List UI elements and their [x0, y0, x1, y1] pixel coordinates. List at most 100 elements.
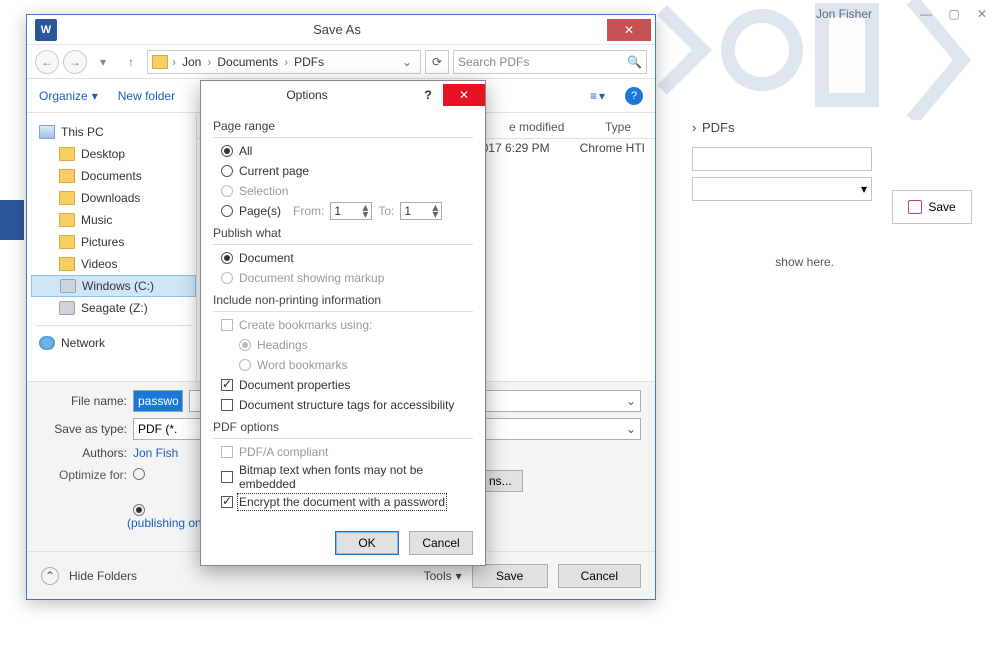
chevron-down-icon: ⌄ — [626, 394, 636, 408]
cancel-button[interactable]: Cancel — [558, 564, 641, 588]
breadcrumb-bar[interactable]: › Jon› Documents› PDFs ⌄ — [147, 50, 421, 74]
help-button[interactable]: ? — [625, 87, 643, 105]
col-date[interactable]: e modified — [509, 120, 564, 134]
tree-pictures[interactable]: Pictures — [31, 231, 196, 253]
tree-windows-c[interactable]: Windows (C:) — [31, 275, 196, 297]
radio-pages[interactable] — [221, 205, 233, 217]
word-filename-field[interactable] — [692, 147, 872, 171]
word-save-label: Save — [928, 200, 955, 214]
group-pdf-options: PDF options — [213, 420, 473, 434]
author-link[interactable]: Jon Fish — [133, 446, 178, 460]
folder-icon — [59, 147, 75, 161]
folder-icon — [59, 169, 75, 183]
tree-documents[interactable]: Documents — [31, 165, 196, 187]
word-close[interactable]: ✕ — [968, 7, 996, 21]
tree-videos[interactable]: Videos — [31, 253, 196, 275]
nav-up[interactable]: ↑ — [119, 50, 143, 74]
search-placeholder: Search PDFs — [458, 55, 529, 69]
options-title: Options — [201, 88, 413, 102]
new-folder-button[interactable]: New folder — [118, 89, 175, 103]
view-menu[interactable]: ≡▾ — [590, 89, 605, 103]
nav-recent-dd[interactable]: ▾ — [91, 50, 115, 74]
radio-all[interactable] — [221, 145, 233, 157]
drive-icon — [59, 301, 75, 315]
tree-this-pc[interactable]: This PC — [31, 121, 196, 143]
word-back-strip — [0, 200, 24, 240]
word-app-icon: W — [35, 19, 57, 41]
label-optimize: Optimize for: — [41, 466, 127, 482]
optimize-radio-minimum[interactable] — [133, 504, 145, 516]
word-save-panel: PDFs ▾ — [692, 120, 972, 201]
col-type[interactable]: Type — [605, 120, 631, 134]
tree-network[interactable]: Network — [31, 332, 196, 354]
radio-current-page[interactable] — [221, 165, 233, 177]
save-button[interactable]: Save — [472, 564, 548, 588]
hide-folders-toggle[interactable]: ⌃ — [41, 567, 59, 585]
search-icon: 🔍 — [627, 55, 642, 69]
radio-selection — [221, 185, 233, 197]
hide-folders-label[interactable]: Hide Folders — [69, 569, 137, 583]
word-user: Jon Fisher — [816, 7, 872, 21]
nav-forward[interactable]: → — [63, 50, 87, 74]
check-structure-tags[interactable] — [221, 399, 233, 411]
word-no-recent-hint: show here. — [775, 255, 834, 269]
folder-icon — [59, 257, 75, 271]
close-icon: ✕ — [624, 23, 634, 37]
cell-type: Chrome HTI — [580, 141, 645, 155]
options-ok-button[interactable]: OK — [335, 531, 399, 555]
radio-document[interactable] — [221, 252, 233, 264]
saveas-close[interactable]: ✕ — [607, 19, 651, 41]
group-include: Include non-printing information — [213, 293, 473, 307]
crumb-0[interactable]: Jon — [180, 55, 203, 69]
tools-menu[interactable]: Tools▾ — [424, 569, 462, 583]
word-maximize[interactable]: ▢ — [940, 7, 968, 21]
refresh-button[interactable]: ⟳ — [425, 50, 449, 74]
check-doc-properties[interactable] — [221, 379, 233, 391]
saveas-nav-row: ← → ▾ ↑ › Jon› Documents› PDFs ⌄ ⟳ Searc… — [27, 45, 655, 79]
folder-icon — [59, 235, 75, 249]
check-bookmarks — [221, 319, 233, 331]
optimize-radio-standard[interactable] — [133, 468, 145, 480]
tree-desktop[interactable]: Desktop — [31, 143, 196, 165]
chevron-down-icon: ▾ — [92, 89, 98, 103]
nav-back[interactable]: ← — [35, 50, 59, 74]
save-icon — [908, 200, 922, 214]
options-close[interactable]: ✕ — [443, 84, 485, 106]
drive-icon — [60, 279, 76, 293]
radio-markup — [221, 272, 233, 284]
folder-icon — [152, 55, 168, 69]
options-dialog: Options ? ✕ Page range All Current page … — [200, 80, 486, 566]
word-filetype-select[interactable]: ▾ — [692, 177, 872, 201]
filename-input[interactable] — [133, 390, 183, 412]
pc-icon — [39, 125, 55, 139]
list-row[interactable]: 7/2017 6:29 PM Chrome HTI — [465, 141, 645, 155]
group-page-range: Page range — [213, 119, 473, 133]
radio-headings — [239, 339, 251, 351]
word-location-crumb: PDFs — [692, 120, 972, 135]
pages-from-spin[interactable]: 1▴▾ — [330, 202, 372, 220]
label-filename: File name: — [41, 394, 127, 408]
search-input[interactable]: Search PDFs 🔍 — [453, 50, 647, 74]
options-help[interactable]: ? — [413, 84, 443, 106]
close-icon: ✕ — [459, 88, 469, 102]
check-encrypt[interactable] — [221, 496, 233, 508]
crumb-dropdown[interactable]: ⌄ — [398, 55, 416, 69]
crumb-1[interactable]: Documents — [215, 55, 280, 69]
tree-downloads[interactable]: Downloads — [31, 187, 196, 209]
options-cancel-button[interactable]: Cancel — [409, 531, 473, 555]
refresh-icon: ⟳ — [432, 55, 442, 69]
pages-to-spin[interactable]: 1▴▾ — [400, 202, 442, 220]
chevron-down-icon: ▾ — [861, 182, 867, 196]
folder-icon — [59, 213, 75, 227]
crumb-2[interactable]: PDFs — [292, 55, 326, 69]
word-minimize[interactable]: — — [912, 7, 940, 21]
check-bitmap-text[interactable] — [221, 471, 233, 483]
tree-seagate-z[interactable]: Seagate (Z:) — [31, 297, 196, 319]
label-authors: Authors: — [41, 446, 127, 460]
organize-menu[interactable]: Organize▾ — [39, 89, 98, 103]
saveas-title: Save As — [67, 22, 607, 37]
options-titlebar: Options ? ✕ — [201, 81, 485, 109]
word-save-button[interactable]: Save — [892, 190, 972, 224]
tree-music[interactable]: Music — [31, 209, 196, 231]
folder-icon — [59, 191, 75, 205]
